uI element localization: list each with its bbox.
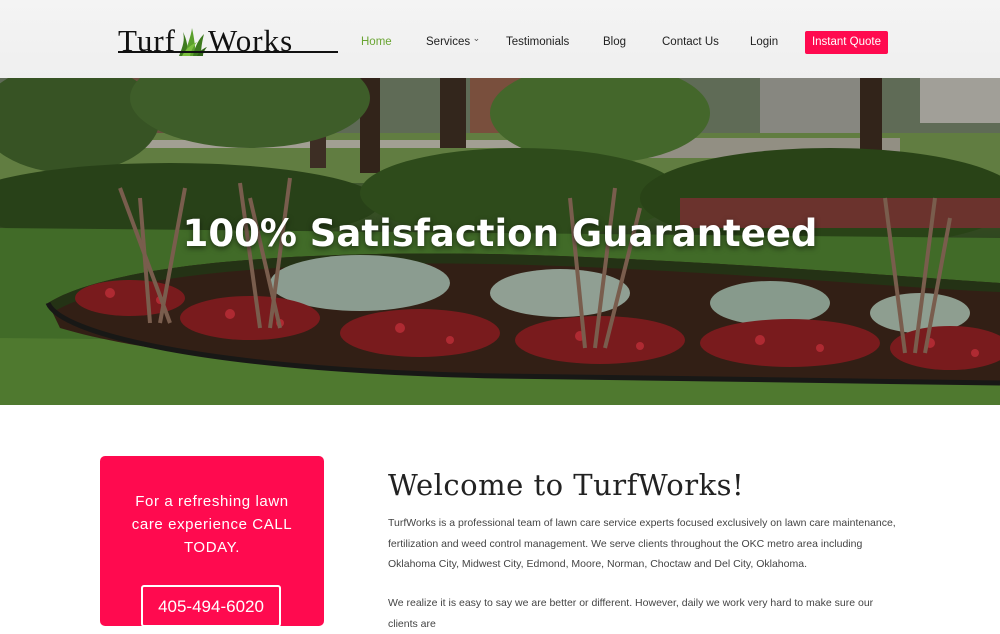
- hero-banner: 100% Satisfaction Guaranteed: [0, 78, 1000, 405]
- nav-blog[interactable]: Blog: [603, 28, 626, 56]
- instant-quote-button[interactable]: Instant Quote: [805, 31, 888, 54]
- nav-home[interactable]: Home: [361, 28, 392, 56]
- nav-testimonials[interactable]: Testimonials: [506, 28, 569, 56]
- nav-services[interactable]: Services ⌄: [426, 28, 480, 56]
- phone-button[interactable]: 405-494-6020: [141, 585, 281, 627]
- nav-login[interactable]: Login: [750, 28, 778, 56]
- welcome-heading: Welcome to TurfWorks!: [388, 468, 745, 502]
- nav-services-label: Services: [426, 36, 471, 48]
- call-to-action-box: For a refreshing lawn care experience CA…: [100, 456, 324, 627]
- site-header: Turf Works Home Services ⌄ Testimonials …: [0, 0, 1000, 79]
- welcome-paragraph-2: We realize it is easy to say we are bett…: [388, 597, 874, 630]
- nav-contact-us[interactable]: Contact Us: [662, 28, 719, 56]
- cta-text: For a refreshing lawn care experience CA…: [131, 493, 293, 556]
- hero-title: 100% Satisfaction Guaranteed: [182, 212, 818, 255]
- welcome-paragraph-1: TurfWorks is a professional team of lawn…: [388, 517, 896, 570]
- chevron-down-icon: ⌄: [472, 33, 481, 43]
